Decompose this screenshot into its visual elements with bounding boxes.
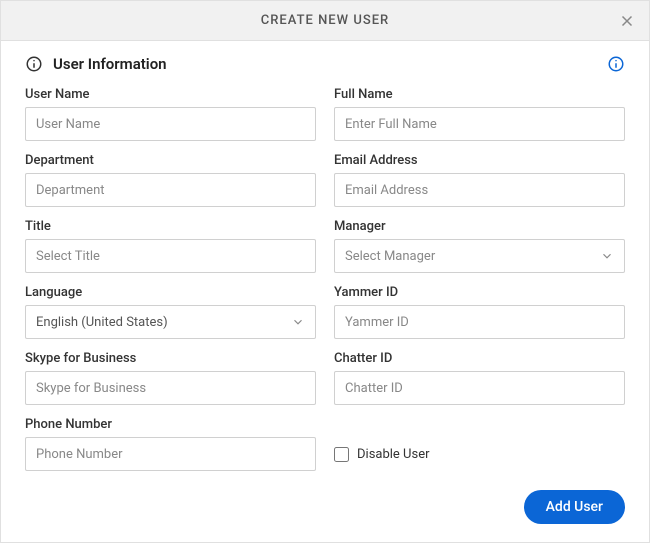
language-select-value: English (United States): [36, 315, 168, 330]
create-user-dialog: CREATE NEW USER User Information User Na…: [0, 0, 650, 543]
skype-field: Skype for Business: [25, 351, 316, 405]
email-input[interactable]: [334, 173, 625, 207]
language-select[interactable]: English (United States): [25, 305, 316, 339]
section-header: User Information: [25, 55, 625, 73]
department-input[interactable]: [25, 173, 316, 207]
help-icon[interactable]: [607, 55, 625, 73]
yammer-label: Yammer ID: [334, 285, 625, 300]
full-name-field: Full Name: [334, 87, 625, 141]
chatter-input[interactable]: [334, 371, 625, 405]
phone-field: Phone Number: [25, 417, 316, 471]
yammer-field: Yammer ID: [334, 285, 625, 339]
dialog-content: User Information User Name Full Name Dep…: [1, 41, 649, 480]
full-name-label: Full Name: [334, 87, 625, 102]
form-grid: User Name Full Name Department Email Add…: [25, 87, 625, 480]
phone-label: Phone Number: [25, 417, 316, 432]
disable-user-row: Disable User: [334, 437, 625, 471]
chatter-label: Chatter ID: [334, 351, 625, 366]
manager-label: Manager: [334, 219, 625, 234]
full-name-input[interactable]: [334, 107, 625, 141]
close-icon: [618, 12, 636, 30]
disable-user-checkbox[interactable]: [334, 447, 349, 462]
title-field: Title: [25, 219, 316, 273]
skype-label: Skype for Business: [25, 351, 316, 366]
chatter-field: Chatter ID: [334, 351, 625, 405]
dialog-title: CREATE NEW USER: [261, 13, 389, 28]
manager-select[interactable]: Select Manager: [334, 239, 625, 273]
manager-select-value: Select Manager: [345, 249, 435, 264]
titlebar: CREATE NEW USER: [1, 1, 649, 41]
language-field: Language English (United States): [25, 285, 316, 339]
language-label: Language: [25, 285, 316, 300]
phone-input[interactable]: [25, 437, 316, 471]
department-label: Department: [25, 153, 316, 168]
close-button[interactable]: [615, 9, 639, 33]
section-title: User Information: [53, 55, 167, 73]
dialog-footer: Add User: [1, 480, 649, 542]
manager-field: Manager Select Manager: [334, 219, 625, 273]
department-field: Department: [25, 153, 316, 207]
user-name-input[interactable]: [25, 107, 316, 141]
user-name-label: User Name: [25, 87, 316, 102]
email-label: Email Address: [334, 153, 625, 168]
user-name-field: User Name: [25, 87, 316, 141]
title-input[interactable]: [25, 239, 316, 273]
skype-input[interactable]: [25, 371, 316, 405]
chevron-down-icon: [600, 249, 614, 263]
add-user-button[interactable]: Add User: [524, 490, 625, 524]
chevron-down-icon: [291, 315, 305, 329]
title-label: Title: [25, 219, 316, 234]
disable-user-label: Disable User: [357, 447, 430, 462]
email-field: Email Address: [334, 153, 625, 207]
info-icon: [25, 55, 43, 73]
yammer-input[interactable]: [334, 305, 625, 339]
